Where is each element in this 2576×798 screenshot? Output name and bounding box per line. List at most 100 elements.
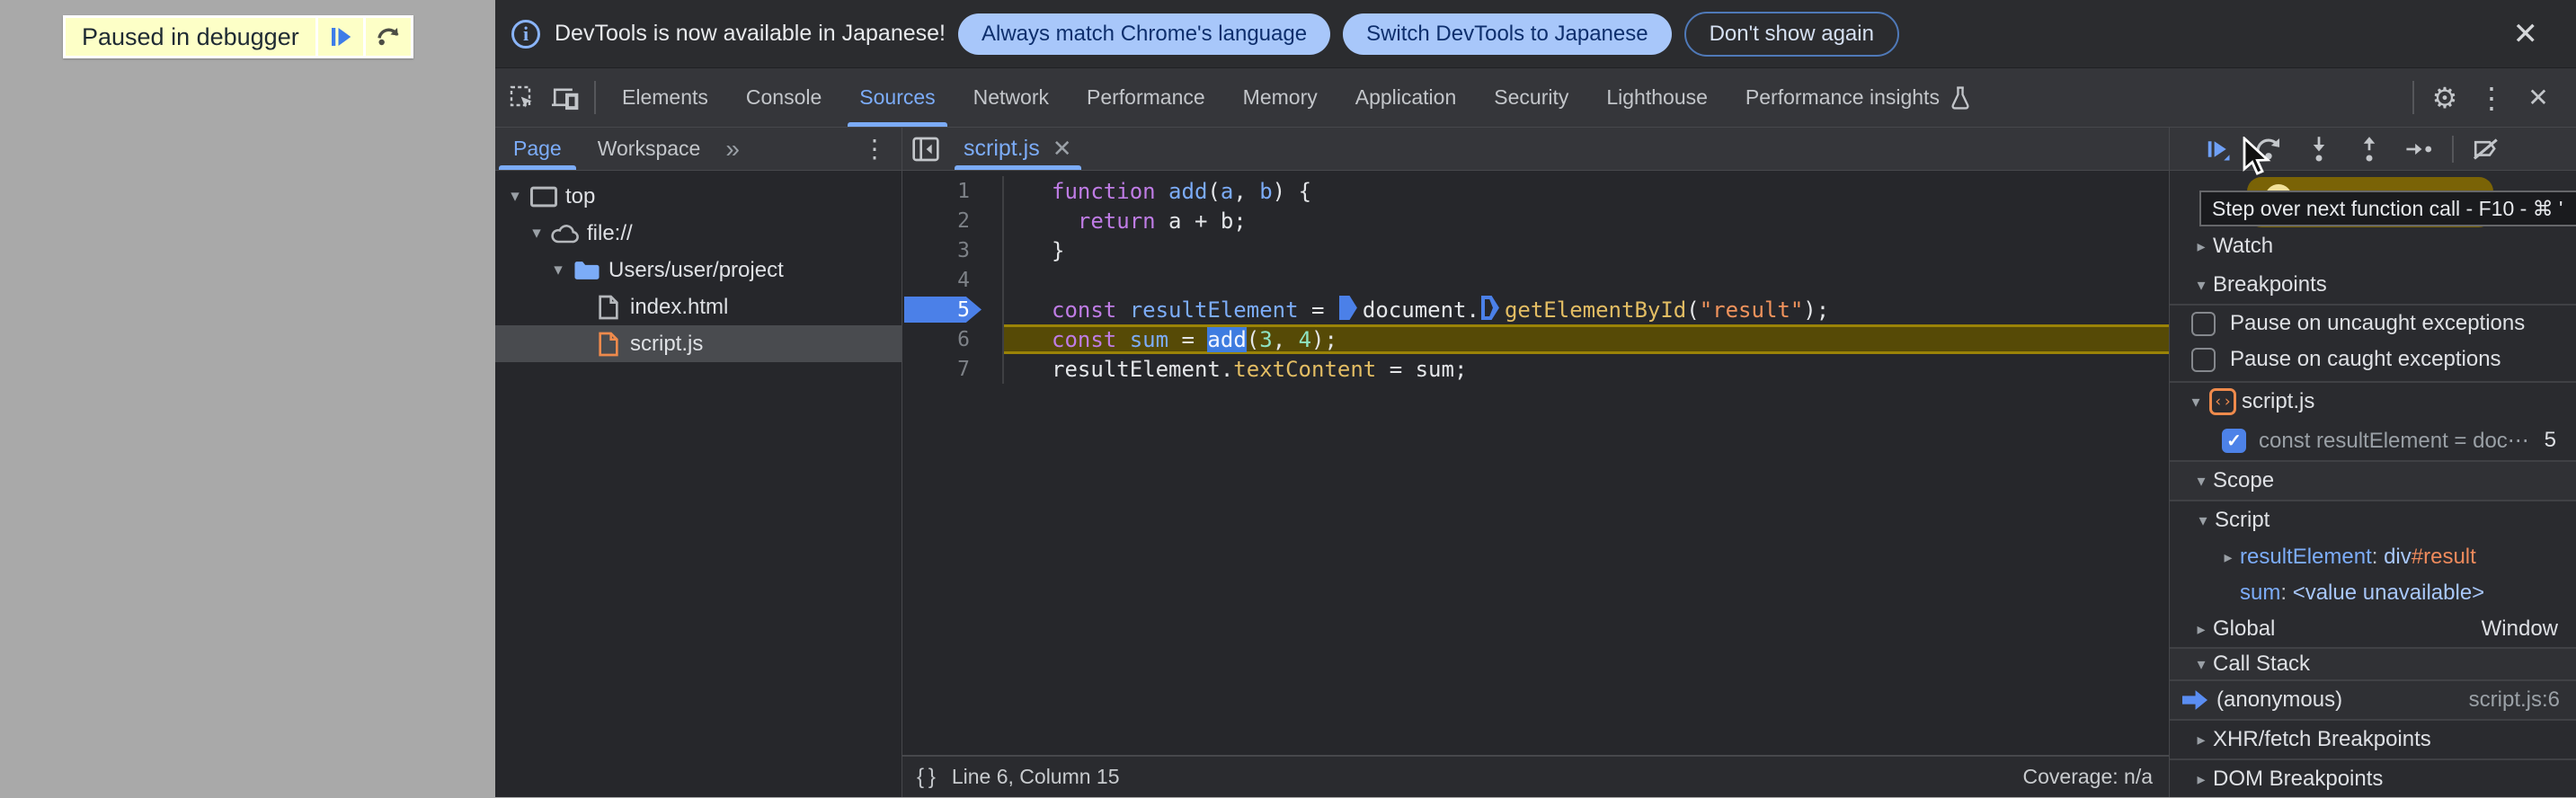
code-token: 4 bbox=[1298, 326, 1312, 352]
scope-script-group[interactable]: ▾ Script bbox=[2170, 501, 2576, 539]
code-line-text[interactable]: const resultElement = document. getElemen… bbox=[1004, 295, 2169, 324]
step-over-icon bbox=[2253, 134, 2284, 164]
code-line-text[interactable]: function add(a, b) { bbox=[1004, 176, 2169, 206]
step-over-button[interactable] bbox=[2243, 128, 2294, 171]
inline-breakpoint-marker-outline-icon[interactable] bbox=[1480, 296, 1499, 320]
resume-icon bbox=[327, 23, 354, 50]
step-over-ribbon-button[interactable] bbox=[365, 18, 411, 56]
tab-performance-insights[interactable]: Performance insights bbox=[1727, 68, 1991, 127]
tab-page[interactable]: Page bbox=[495, 128, 580, 170]
paused-call-token: add bbox=[1207, 326, 1247, 352]
section-watch[interactable]: ▸ Watch bbox=[2170, 226, 2576, 266]
paused-in-debugger-ribbon: Paused in debugger bbox=[63, 15, 413, 58]
frame-location: script.js:6 bbox=[2468, 687, 2560, 712]
tab-elements[interactable]: Elements bbox=[603, 68, 727, 127]
code-token: = bbox=[1168, 326, 1208, 352]
tree-item-users-user-project[interactable]: ▾ Users/user/project bbox=[495, 252, 902, 288]
file-icon bbox=[591, 294, 626, 321]
deactivate-breakpoints-button[interactable] bbox=[2461, 128, 2511, 171]
section-xhr-breakpoints[interactable]: ▸ XHR/fetch Breakpoints bbox=[2170, 719, 2576, 758]
section-breakpoints[interactable]: ▾ Breakpoints bbox=[2170, 266, 2576, 306]
tab-network[interactable]: Network bbox=[955, 68, 1068, 127]
code-line-text[interactable]: resultElement. textContent = sum; bbox=[1004, 354, 2169, 384]
chevron-down-icon[interactable]: ▾ bbox=[526, 223, 547, 244]
breakpoint-entry[interactable]: ✓ const resultElement = doc⋯ 5 bbox=[2170, 421, 2576, 460]
step-into-button[interactable] bbox=[2294, 128, 2344, 171]
inline-breakpoint-marker-icon[interactable] bbox=[1338, 296, 1357, 320]
chevron-right-icon: ▸ bbox=[2197, 619, 2206, 638]
toggle-device-toolbar-button[interactable] bbox=[544, 68, 587, 127]
code-token: ( bbox=[1207, 178, 1221, 204]
breakpoint-enabled-checkbox[interactable]: ✓ bbox=[2222, 428, 2246, 453]
editor-tab-scriptjs[interactable]: script.js ✕ bbox=[949, 128, 1087, 170]
switch-to-japanese-button[interactable]: Switch DevTools to Japanese bbox=[1343, 13, 1672, 55]
step-button[interactable] bbox=[2394, 128, 2445, 171]
tree-item-top[interactable]: ▾ top bbox=[495, 178, 902, 215]
tree-item-file-[interactable]: ▾ file:// bbox=[495, 215, 902, 252]
gutter-line-7[interactable]: 7 bbox=[902, 354, 1004, 384]
gutter-line-6[interactable]: 6 bbox=[902, 324, 1004, 354]
tree-item-index-html[interactable]: index.html bbox=[495, 288, 902, 325]
call-stack-frame[interactable]: (anonymous) script.js:6 bbox=[2170, 681, 2576, 719]
resume-button[interactable] bbox=[2193, 128, 2243, 171]
chevron-down-icon[interactable]: ▾ bbox=[504, 186, 526, 207]
section-scope[interactable]: ▾ Scope bbox=[2170, 460, 2576, 501]
infobar-close-icon[interactable]: ✕ bbox=[2513, 16, 2539, 52]
code-token: resultElement. bbox=[1052, 356, 1234, 382]
toolbar-separator bbox=[2412, 81, 2414, 114]
pause-uncaught-row[interactable]: Pause on uncaught exceptions bbox=[2170, 306, 2576, 341]
tab-security[interactable]: Security bbox=[1475, 68, 1587, 127]
dont-show-again-button[interactable]: Don't show again bbox=[1683, 11, 1899, 57]
step-out-button[interactable] bbox=[2344, 128, 2394, 171]
tab-label: Console bbox=[745, 85, 822, 109]
step-into-icon bbox=[2305, 134, 2332, 164]
pause-caught-checkbox[interactable] bbox=[2191, 347, 2216, 372]
code-line-text[interactable] bbox=[1004, 265, 2169, 295]
always-match-language-button[interactable]: Always match Chrome's language bbox=[957, 13, 1331, 55]
panel-tabs: Elements Console Sources Network Performance… bbox=[603, 68, 1991, 127]
close-tab-icon[interactable]: ✕ bbox=[1053, 135, 1072, 163]
tab-performance[interactable]: Performance bbox=[1068, 68, 1224, 127]
resume-script-button[interactable] bbox=[317, 18, 363, 56]
code-line-text[interactable]: } bbox=[1004, 235, 2169, 265]
tab-application[interactable]: Application bbox=[1337, 68, 1476, 127]
code-token: ( bbox=[1686, 297, 1700, 323]
tab-lighthouse[interactable]: Lighthouse bbox=[1587, 68, 1727, 127]
chevron-right-icon: ▸ bbox=[2197, 730, 2206, 749]
section-call-stack[interactable]: ▾ Call Stack bbox=[2170, 647, 2576, 681]
navigator-more-options-button[interactable]: ⋮ bbox=[848, 128, 902, 170]
tab-console[interactable]: Console bbox=[727, 68, 840, 127]
gutter-line-1[interactable]: 1 bbox=[902, 176, 1004, 206]
var-name: sum bbox=[2240, 581, 2281, 605]
tab-sources[interactable]: Sources bbox=[840, 68, 954, 127]
close-devtools-button[interactable]: ✕ bbox=[2515, 68, 2562, 127]
breakpoint-gutter-line-5[interactable]: 5 bbox=[902, 295, 1004, 324]
code-line-text[interactable]: const sum = add(3, 4); bbox=[1004, 324, 2169, 354]
scope-var-sum[interactable]: sum: <value unavailable> bbox=[2170, 575, 2576, 611]
pause-uncaught-label: Pause on uncaught exceptions bbox=[2230, 311, 2526, 335]
toggle-navigator-button[interactable] bbox=[902, 128, 949, 170]
scope-var-resultelement[interactable]: ▸ resultElement: div #result bbox=[2170, 539, 2576, 575]
pause-uncaught-checkbox[interactable] bbox=[2191, 311, 2216, 336]
tab-workspace[interactable]: Workspace bbox=[580, 128, 719, 170]
scope-global-group[interactable]: ▸ Global Window bbox=[2170, 611, 2576, 647]
more-options-button[interactable]: ⋮ bbox=[2468, 68, 2515, 127]
pause-caught-row[interactable]: Pause on caught exceptions bbox=[2170, 341, 2576, 377]
section-dom-breakpoints[interactable]: ▸ DOM Breakpoints bbox=[2170, 758, 2576, 798]
editor-pane: script.js ✕ 1 function add(a, b) {2 retur… bbox=[902, 128, 2170, 797]
gutter-line-3[interactable]: 3 bbox=[902, 235, 1004, 265]
chevron-down-icon[interactable]: ▾ bbox=[547, 260, 569, 280]
gutter-line-2[interactable]: 2 bbox=[902, 206, 1004, 235]
tab-label: Performance bbox=[1087, 85, 1205, 109]
pretty-print-icon[interactable]: { } bbox=[917, 765, 936, 790]
more-tabs-chevron-icon[interactable]: » bbox=[718, 128, 747, 170]
deactivate-breakpoints-icon bbox=[2471, 136, 2501, 163]
inspect-element-button[interactable] bbox=[501, 68, 544, 127]
tab-memory[interactable]: Memory bbox=[1224, 68, 1337, 127]
settings-button[interactable]: ⚙ bbox=[2421, 68, 2468, 127]
tree-item-script-js[interactable]: script.js bbox=[495, 325, 902, 362]
code-line-text[interactable]: return a + b; bbox=[1004, 206, 2169, 235]
gutter-line-4[interactable]: 4 bbox=[902, 265, 1004, 295]
breakpoint-file-group[interactable]: ▾ ‹› script.js bbox=[2170, 381, 2576, 421]
